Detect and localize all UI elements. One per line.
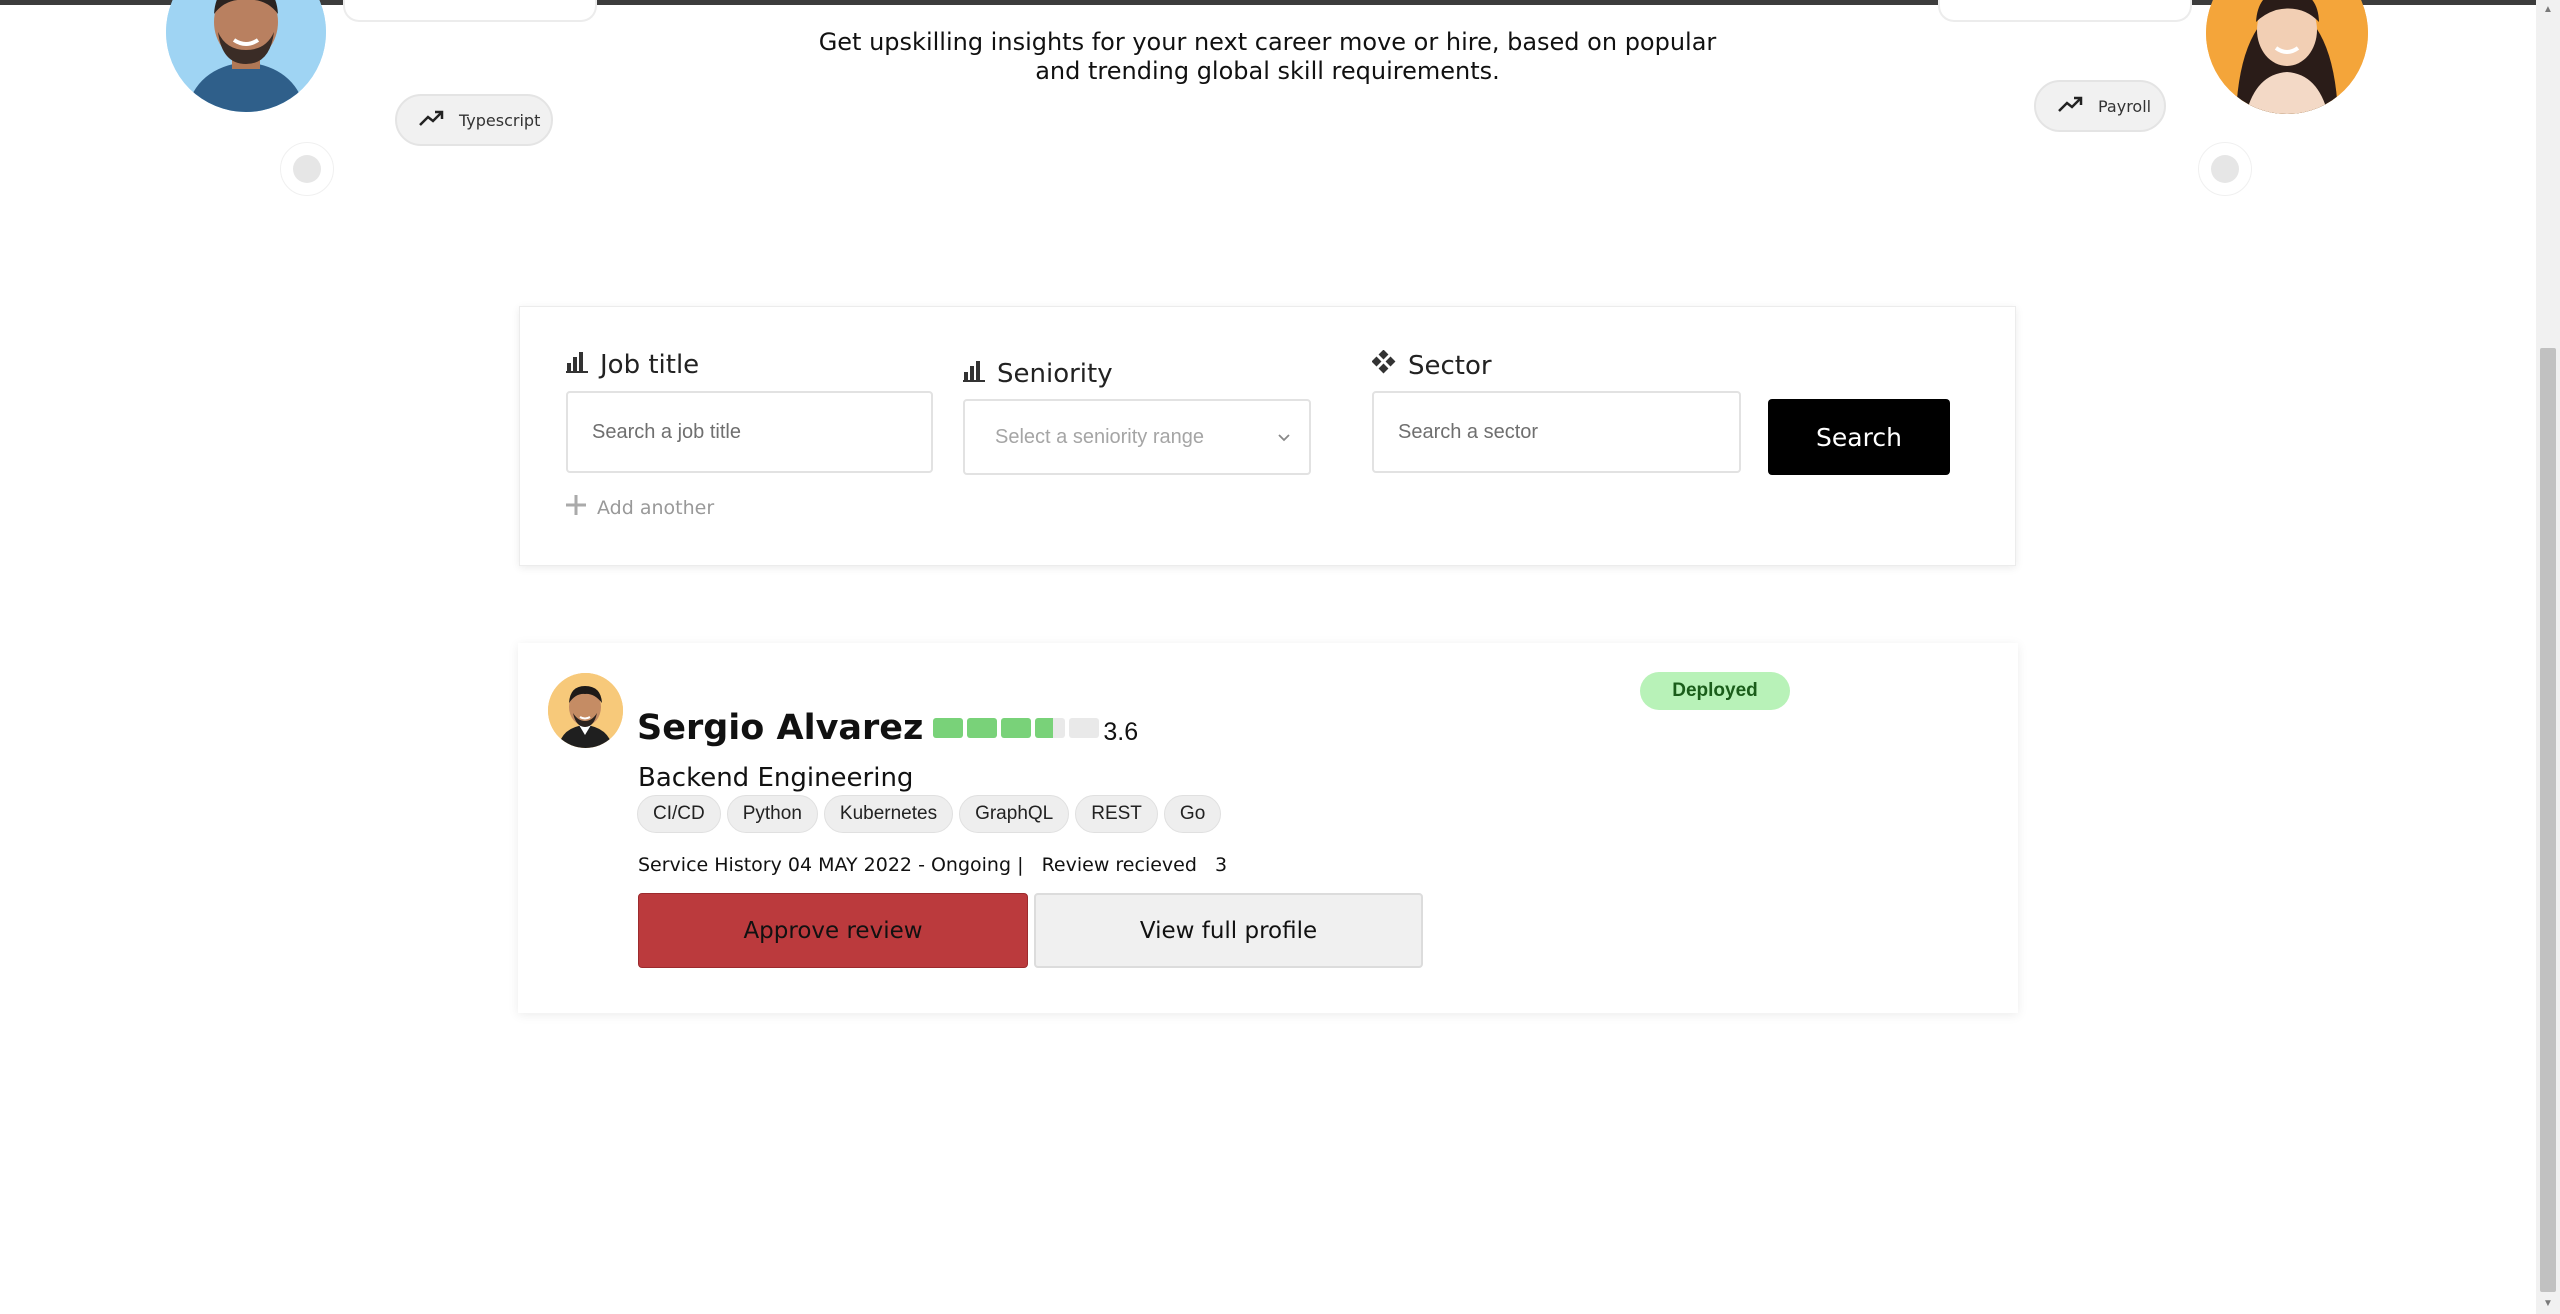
sector-label-text: Sector — [1408, 350, 1492, 381]
bar-chart-icon — [566, 350, 588, 380]
rating-segment — [967, 718, 998, 738]
trend-pill-label: Typescript — [459, 110, 541, 130]
rating-score: 3.6 — [1103, 717, 1139, 746]
skill-chip: Go — [1163, 795, 1222, 833]
approve-review-button[interactable]: Approve review — [638, 893, 1028, 968]
sector-diamond-icon — [1371, 349, 1396, 381]
trend-pill-label: Payroll — [2098, 96, 2152, 116]
skill-chip: REST — [1075, 795, 1158, 833]
hero-dot-right — [2198, 142, 2252, 196]
skill-chip: Kubernetes — [823, 795, 954, 833]
seniority-label: Seniority — [963, 359, 1113, 389]
profile-name: Sergio Alvarez — [637, 708, 924, 748]
hero-ghost-pill-left — [343, 0, 597, 22]
service-history: Service History 04 MAY 2022 - Ongoing | … — [638, 854, 1228, 876]
add-another-label: Add another — [597, 496, 715, 519]
trend-pill-payroll[interactable]: Payroll — [2034, 80, 2166, 132]
trending-up-icon — [2058, 95, 2084, 117]
skill-chip: CI/CD — [637, 795, 721, 833]
scrollbar-thumb[interactable] — [2540, 348, 2556, 1292]
scroll-down-arrow-icon[interactable]: ▼ — [2540, 1296, 2556, 1310]
scroll-up-arrow-icon[interactable]: ▲ — [2540, 2, 2556, 16]
skill-chip: Python — [726, 795, 818, 833]
skill-chips: CI/CD Python Kubernetes GraphQL REST Go — [637, 795, 1222, 833]
name-row: Sergio Alvarez 3.6 — [637, 708, 1138, 748]
job-title-placeholder: Search a job title — [592, 420, 741, 443]
seniority-label-text: Seniority — [997, 359, 1113, 389]
avatar — [548, 673, 623, 748]
sector-label: Sector — [1371, 349, 1492, 381]
sector-placeholder: Search a sector — [1398, 420, 1539, 443]
skill-chip: GraphQL — [959, 795, 1070, 833]
hero-tagline: Get upskilling insights for your next ca… — [818, 28, 1717, 85]
trending-up-icon — [419, 109, 445, 131]
job-title-label-text: Job title — [600, 350, 700, 380]
chevron-down-icon — [1277, 426, 1291, 449]
job-title-label: Job title — [566, 350, 699, 380]
hero-avatar-right — [2206, 0, 2368, 114]
plus-icon — [565, 494, 587, 521]
hero-avatar-left — [166, 0, 326, 112]
hero-dot-left — [280, 142, 334, 196]
rating-bar — [933, 718, 1100, 738]
seniority-select[interactable]: Select a seniority range — [963, 399, 1311, 475]
rating-segment — [1001, 718, 1032, 738]
rating-segment — [1035, 718, 1066, 738]
rating-segment — [933, 718, 964, 738]
add-another-button[interactable]: Add another — [565, 494, 714, 521]
profile-department: Backend Engineering — [638, 763, 914, 793]
hero-ghost-pill-right — [1938, 0, 2192, 22]
status-badge: Deployed — [1640, 672, 1790, 710]
sector-input[interactable]: Search a sector — [1372, 391, 1741, 473]
bar-chart-icon — [963, 359, 985, 389]
job-title-input[interactable]: Search a job title — [566, 391, 933, 473]
search-button[interactable]: Search — [1768, 399, 1950, 475]
seniority-placeholder: Select a seniority range — [995, 425, 1205, 448]
view-full-profile-button[interactable]: View full profile — [1034, 893, 1423, 968]
rating-segment — [1069, 718, 1100, 738]
trend-pill-typescript[interactable]: Typescript — [395, 94, 553, 146]
